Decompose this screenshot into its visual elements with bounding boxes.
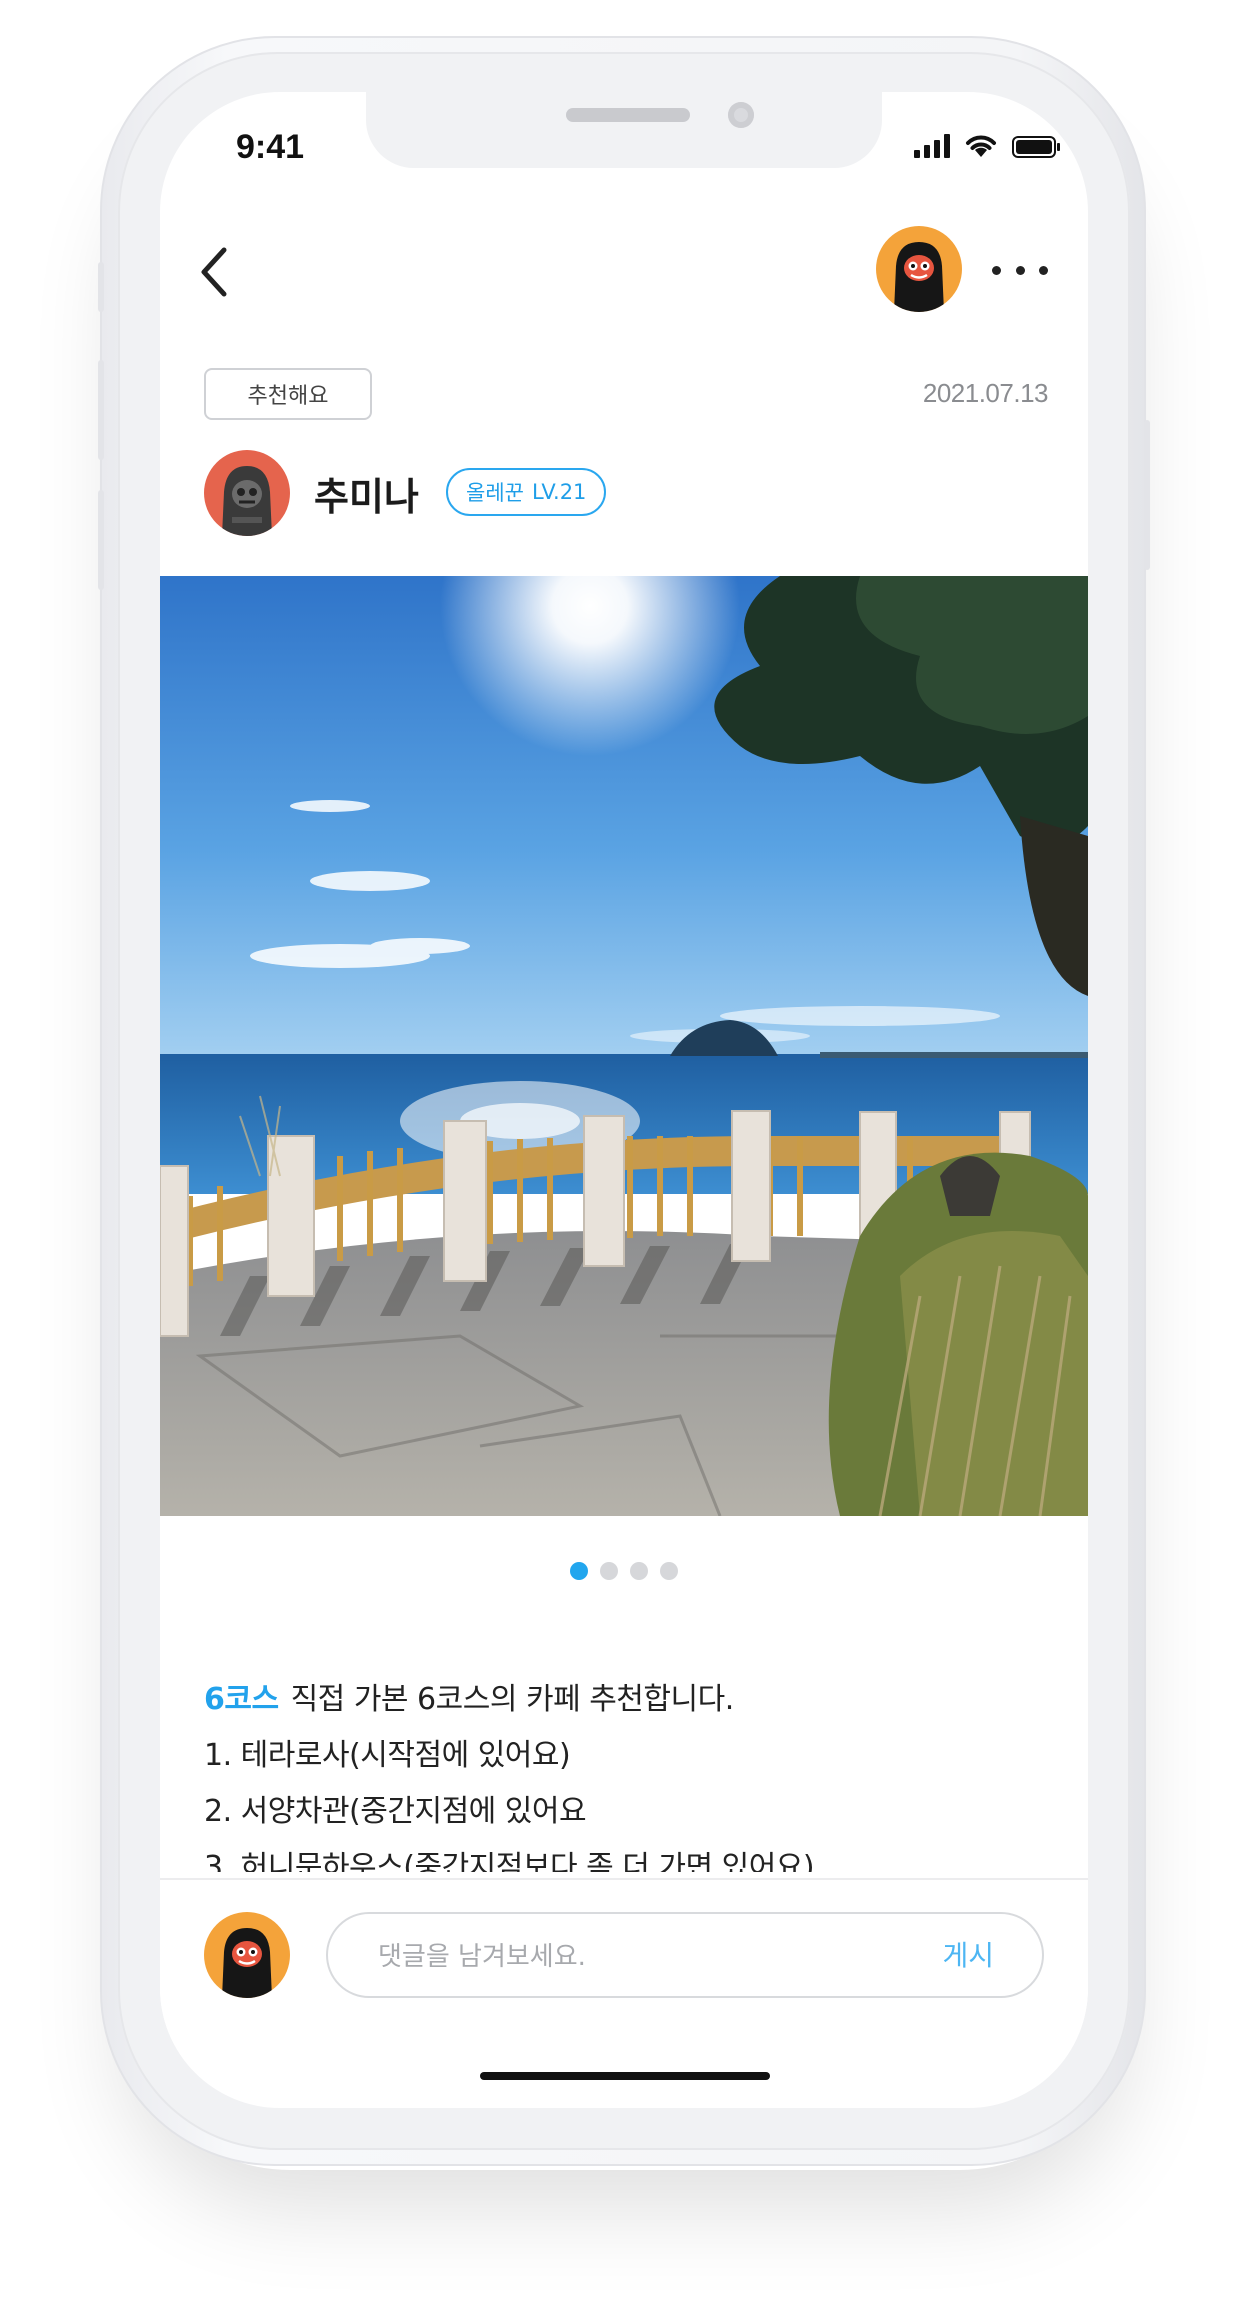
more-horizontal-icon [992, 265, 1001, 275]
cellular-signal-icon [914, 134, 950, 158]
back-button[interactable] [196, 242, 236, 302]
comment-bar: 게시 [160, 1878, 1088, 2070]
battery-icon [1012, 136, 1060, 158]
post-body: 6코스 직접 가본 6코스의 카페 추천합니다. 1. 테라로사(시작점에 있어요… [204, 1672, 1054, 1872]
carousel-dot-3[interactable] [630, 1562, 648, 1580]
power-button [1144, 420, 1150, 570]
speaker-grille [566, 108, 690, 122]
course-tag[interactable]: 6코스 [204, 1682, 279, 1717]
level-title: 올레꾼 [466, 481, 524, 505]
phone-mockup: 9:41 추천해요 2021.07.13 추미나 올레꾼 LV.21 6코스 직… [0, 0, 1248, 2313]
carousel-dot-1[interactable] [570, 1562, 588, 1580]
volume-up-button [98, 360, 104, 460]
level-number: LV.21 [531, 480, 587, 504]
post-line-1: 6코스 직접 가본 6코스의 카페 추천합니다. [204, 1672, 1054, 1728]
post-line-4: 3. 허니문하우스(중간지점보다 좀 더 가면 있어요) [204, 1850, 815, 1872]
volume-down-button [98, 490, 104, 590]
carousel-dot-4[interactable] [660, 1562, 678, 1580]
more-options-button[interactable] [992, 258, 1048, 282]
comment-input[interactable] [376, 1936, 860, 1978]
chevron-left-icon [201, 247, 227, 297]
post-line-1-text: 직접 가본 6코스의 카페 추천합니다. [290, 1682, 735, 1717]
status-icons [914, 132, 1060, 158]
carousel-dot-2[interactable] [600, 1562, 618, 1580]
my-profile-avatar[interactable] [876, 226, 962, 312]
app-screen: 9:41 추천해요 2021.07.13 추미나 올레꾼 LV.21 6코스 직… [160, 92, 1088, 2108]
post-category-tag: 추천해요 [204, 368, 372, 420]
post-photo[interactable] [160, 576, 1088, 1516]
carousel-indicator [160, 1562, 1088, 1580]
front-camera [728, 102, 754, 128]
status-time: 9:41 [236, 128, 305, 166]
comment-input-container: 게시 [326, 1912, 1044, 1998]
post-line-3: 2. 서양차관(중간지점에 있어요 [204, 1794, 587, 1829]
author-avatar[interactable] [204, 450, 290, 536]
level-badge: 올레꾼 LV.21 [446, 468, 607, 516]
mascot-avatar-icon [222, 1928, 272, 1998]
post-line-2: 1. 테라로사(시작점에 있어요) [204, 1738, 571, 1773]
mascot-avatar-icon [894, 242, 944, 312]
home-indicator [480, 2072, 770, 2080]
post-comment-button[interactable]: 게시 [942, 1936, 994, 1976]
post-date: 2021.07.13 [922, 378, 1049, 408]
wifi-icon [966, 135, 996, 157]
author-mascot-icon [222, 466, 272, 536]
notch [366, 92, 882, 168]
author-name[interactable]: 추미나 [314, 466, 419, 521]
mute-switch [98, 262, 104, 312]
commenter-avatar [204, 1912, 290, 1998]
coastal-view-photo [160, 576, 1088, 1516]
